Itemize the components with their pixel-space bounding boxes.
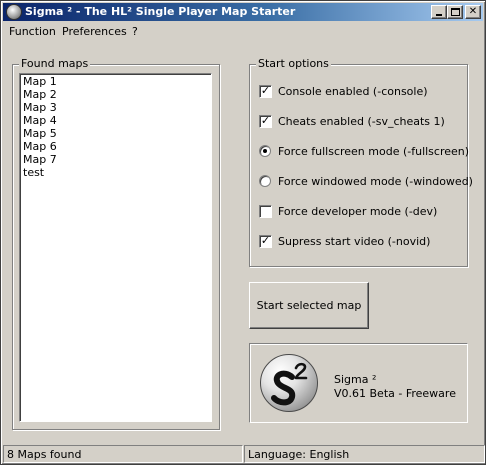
novid-label[interactable]: Supress start video (-novid) [278,235,430,248]
menu-function[interactable]: Function [9,25,56,38]
found-maps-label: Found maps [19,57,91,70]
start-options-label: Start options [256,57,331,70]
windowed-radio[interactable] [259,175,271,187]
maps-listbox[interactable]: Map 1 Map 2 Map 3 Map 4 Map 5 Map 6 Map … [19,73,212,422]
start-map-button[interactable]: Start selected map [249,282,369,329]
sigma-logo-glyph [271,362,308,406]
maximize-button[interactable] [447,5,463,19]
status-maps-count: 8 Maps found [3,445,243,463]
console-checkbox[interactable]: ✓ [259,85,272,98]
maximize-icon [451,8,460,16]
list-item[interactable]: Map 7 [23,153,208,166]
list-item[interactable]: test [23,166,208,179]
list-item[interactable]: Map 1 [23,75,208,88]
list-item[interactable]: Map 3 [23,101,208,114]
minimize-button[interactable] [431,5,447,19]
minimize-icon [436,14,442,16]
window-title: Sigma ² - The HL² Single Player Map Star… [25,5,296,18]
list-item[interactable]: Map 5 [23,127,208,140]
menu-preferences[interactable]: Preferences [62,25,127,38]
radio-dot-icon [263,149,267,153]
list-item[interactable]: Map 2 [23,88,208,101]
list-item[interactable]: Map 6 [23,140,208,153]
about-version: V0.61 Beta - Freeware [334,387,456,400]
about-name: Sigma ² [334,373,377,386]
fullscreen-label[interactable]: Force fullscreen mode (-fullscreen) [278,145,469,158]
developer-label[interactable]: Force developer mode (-dev) [278,205,437,218]
windowed-label[interactable]: Force windowed mode (-windowed) [278,175,473,188]
app-window: Sigma ² - The HL² Single Player Map Star… [0,0,486,465]
cheats-checkbox[interactable]: ✓ [259,115,272,128]
menu-bar: Function Preferences ? [3,22,483,41]
developer-checkbox[interactable] [259,205,272,218]
status-language: Language: English [244,445,485,463]
app-icon[interactable] [6,4,22,20]
list-item[interactable]: Map 4 [23,114,208,127]
about-panel: Sigma ² V0.61 Beta - Freeware [249,343,468,423]
console-label[interactable]: Console enabled (-console) [278,85,428,98]
fullscreen-radio[interactable] [259,145,271,157]
novid-checkbox[interactable]: ✓ [259,235,272,248]
sigma-squared-logo [260,354,318,412]
cheats-label[interactable]: Cheats enabled (-sv_cheats 1) [278,115,445,128]
close-button[interactable]: ✕ [465,5,481,19]
title-bar[interactable]: Sigma ² - The HL² Single Player Map Star… [3,3,483,21]
close-icon: ✕ [468,6,478,17]
menu-help[interactable]: ? [132,25,138,38]
